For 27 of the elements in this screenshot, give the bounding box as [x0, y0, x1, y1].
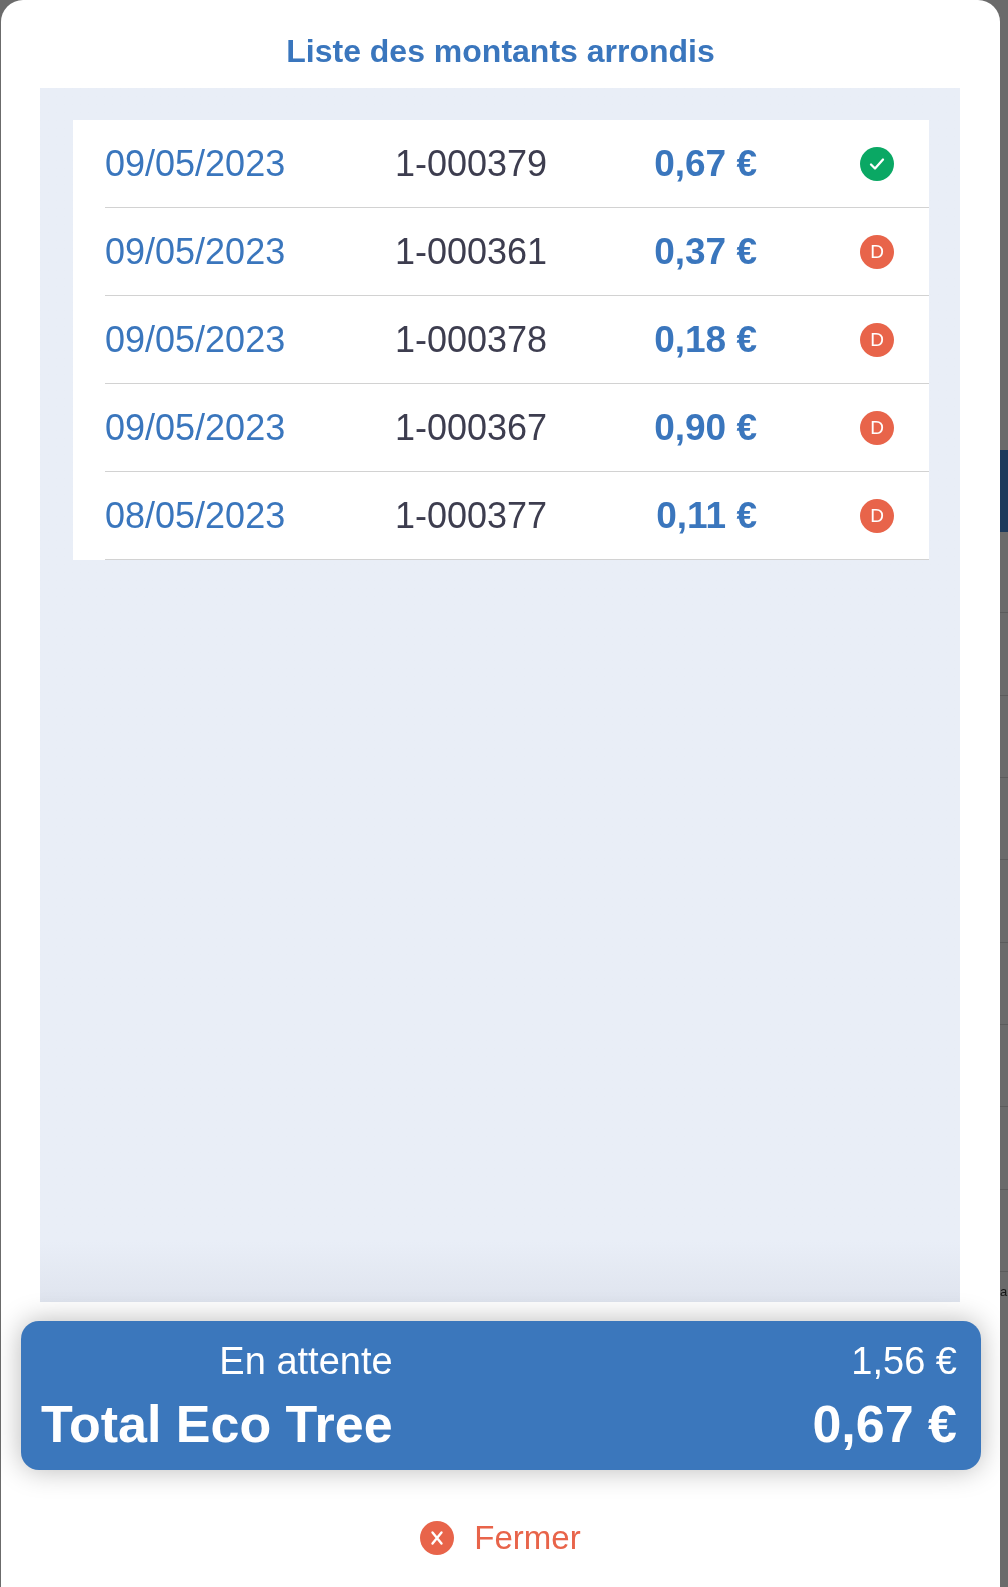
pending-value: 1,56 €: [851, 1340, 957, 1382]
dimmed-text: a: [1000, 1284, 1008, 1299]
order-number: 1-000361: [394, 230, 548, 272]
total-label: Total Eco Tree: [41, 1395, 393, 1453]
date-text: 09/05/2023: [105, 318, 286, 360]
date-text: 09/05/2023: [105, 142, 286, 184]
order-number: 1-000367: [394, 406, 548, 448]
amount-text: 0,37 €: [654, 230, 757, 272]
dialog-title: Liste des montants arrondis: [286, 32, 715, 71]
status-badge: D: [860, 234, 894, 269]
close-button[interactable]: Fermer: [420, 1518, 581, 1558]
status-badge: D: [860, 410, 894, 445]
date-text: 09/05/2023: [105, 230, 286, 272]
date-text: 08/05/2023: [105, 494, 286, 536]
order-number: 1-000377: [394, 494, 548, 536]
date-text: 09/05/2023: [105, 406, 286, 448]
order-number: 1-000379: [394, 142, 548, 184]
amount-text: 0,67 €: [654, 142, 757, 184]
total-value: 0,67 €: [812, 1395, 957, 1453]
amount-text: 0,11 €: [656, 494, 757, 536]
pending-label: En attente: [219, 1340, 393, 1382]
amount-text: 0,90 €: [654, 406, 757, 448]
status-badge: D: [860, 498, 894, 533]
order-number: 1-000378: [394, 318, 548, 360]
amount-text: 0,18 €: [654, 318, 757, 360]
close-icon: [420, 1521, 455, 1555]
status-badge: D: [860, 322, 894, 357]
